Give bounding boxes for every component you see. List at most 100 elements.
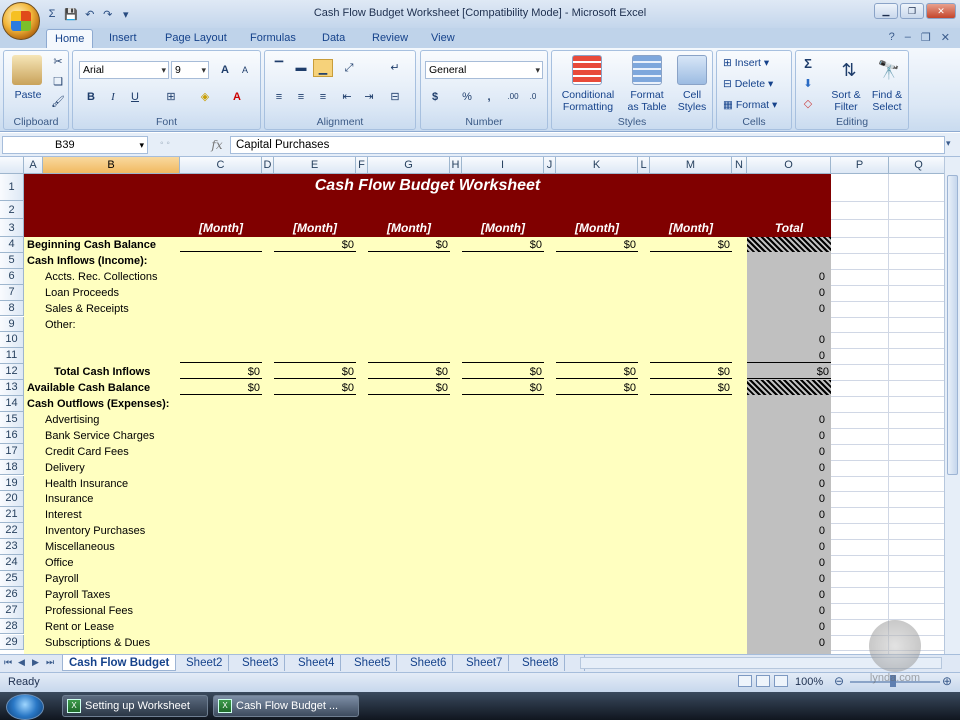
row-label[interactable]: Bank Service Charges — [45, 428, 154, 444]
align-middle-icon[interactable]: ▬ — [291, 59, 311, 77]
sheet-tab[interactable]: Sheet6 — [404, 655, 454, 671]
row-header[interactable]: 26 — [0, 586, 24, 603]
row-header[interactable]: 24 — [0, 555, 24, 571]
total-value[interactable]: 0 — [747, 269, 825, 285]
prev-sheet-icon[interactable]: ◀ — [18, 657, 25, 668]
row-header[interactable]: 4 — [0, 237, 24, 253]
column-header[interactable]: P — [831, 157, 889, 174]
conditional-formatting-icon[interactable] — [572, 55, 602, 85]
total-value[interactable]: 0 — [747, 523, 825, 539]
select-all-corner[interactable] — [0, 157, 24, 174]
row-header[interactable]: 14 — [0, 396, 24, 412]
row-label[interactable]: Beginning Cash Balance — [27, 237, 156, 253]
row-header[interactable]: 2 — [0, 201, 24, 219]
page-break-view-icon[interactable] — [774, 675, 788, 687]
cell-value[interactable]: $0 — [650, 364, 730, 380]
total-value[interactable]: 0 — [747, 619, 825, 635]
row-label[interactable]: Subscriptions & Dues — [45, 635, 150, 651]
autosum-button[interactable]: Σ — [798, 55, 818, 73]
zoom-out-icon[interactable]: ⊖ — [834, 674, 844, 688]
conditional-formatting-label2[interactable]: Formatting — [554, 101, 622, 113]
clear-icon[interactable]: ◇ — [798, 95, 818, 113]
align-center-icon[interactable]: ≡ — [291, 88, 311, 106]
row-header[interactable]: 7 — [0, 284, 24, 301]
cell-styles-icon[interactable] — [677, 55, 707, 85]
font-color-icon[interactable]: A — [227, 88, 247, 106]
row-header[interactable]: 9 — [0, 316, 24, 333]
cell-styles-label2[interactable]: Styles — [672, 101, 712, 113]
month-header[interactable]: [Month] — [274, 219, 356, 237]
fill-icon[interactable]: ⬇ — [798, 75, 818, 93]
restore-workbook-icon[interactable]: ❐ — [921, 31, 931, 44]
row-header[interactable]: 6 — [0, 268, 24, 285]
row-label[interactable]: Cash Outflows (Expenses): — [27, 396, 169, 412]
column-header[interactable]: N — [732, 157, 747, 174]
row-header[interactable]: 12 — [0, 364, 24, 381]
cell-value[interactable]: $0 — [180, 364, 260, 380]
minimize-ribbon-icon[interactable]: – — [905, 31, 911, 44]
name-box[interactable]: B39 — [2, 136, 148, 154]
merge-center-icon[interactable]: ⊟ — [385, 88, 405, 106]
find-select-icon[interactable]: 🔭 — [874, 55, 904, 85]
row-label[interactable]: Available Cash Balance — [27, 380, 150, 396]
align-left-icon[interactable]: ≡ — [269, 88, 289, 106]
column-header[interactable]: M — [650, 157, 732, 174]
row-header[interactable]: 20 — [0, 491, 24, 508]
total-header[interactable]: Total — [747, 219, 831, 237]
column-header[interactable]: A — [24, 157, 43, 174]
format-as-table-label[interactable]: Format — [622, 89, 672, 101]
column-header[interactable]: K — [556, 157, 638, 174]
tab-home[interactable]: Home — [46, 29, 94, 49]
cell-value[interactable]: $0 — [274, 237, 354, 253]
total-value[interactable]: 0 — [747, 571, 825, 587]
total-value[interactable]: 0 — [747, 285, 825, 301]
total-value[interactable]: 0 — [747, 476, 825, 492]
cell-value[interactable]: $0 — [462, 364, 542, 380]
cell-value[interactable]: $0 — [368, 364, 448, 380]
comma-button[interactable]: , — [479, 88, 499, 106]
total-value[interactable]: 0 — [747, 332, 825, 348]
row-label[interactable]: Payroll Taxes — [45, 587, 110, 603]
row-header[interactable]: 8 — [0, 300, 24, 317]
page-layout-view-icon[interactable] — [756, 675, 770, 687]
font-size-select[interactable]: 9 — [171, 61, 209, 79]
grow-font-button[interactable]: A — [215, 61, 235, 79]
sort-filter-label[interactable]: Sort & — [824, 89, 868, 101]
cell-value[interactable]: $0 — [650, 237, 730, 253]
row-header[interactable]: 3 — [0, 219, 24, 237]
cell-value[interactable]: $0 — [180, 380, 260, 396]
align-right-icon[interactable]: ≡ — [313, 88, 333, 106]
decrease-indent-icon[interactable]: ⇤ — [337, 88, 357, 106]
first-sheet-icon[interactable]: ⏮ — [4, 657, 12, 668]
normal-view-icon[interactable] — [738, 675, 752, 687]
tab-view[interactable]: View — [423, 29, 463, 48]
taskbar-item-setting-up[interactable]: X Setting up Worksheet — [62, 695, 208, 717]
row-header[interactable]: 21 — [0, 507, 24, 524]
row-label[interactable]: Office — [45, 555, 74, 571]
vertical-scroll-thumb[interactable] — [947, 175, 958, 475]
row-header[interactable]: 13 — [0, 380, 24, 396]
total-value[interactable]: 0 — [747, 635, 825, 651]
total-value[interactable]: 0 — [747, 301, 825, 317]
cell-value[interactable]: $0 — [556, 237, 636, 253]
column-header[interactable]: L — [638, 157, 650, 174]
row-label[interactable]: Total Cash Inflows — [54, 364, 150, 380]
total-value[interactable]: 0 — [747, 587, 825, 603]
sort-filter-label2[interactable]: Filter — [824, 101, 868, 113]
bold-button[interactable]: B — [81, 88, 101, 106]
font-family-select[interactable]: Arial — [79, 61, 169, 79]
row-label[interactable]: Inventory Purchases — [45, 523, 145, 539]
row-header[interactable]: 29 — [0, 634, 24, 651]
row-label[interactable]: Sales & Receipts — [45, 301, 129, 317]
zoom-level[interactable]: 100% — [795, 676, 823, 688]
column-header[interactable]: D — [262, 157, 274, 174]
column-header[interactable]: J — [544, 157, 556, 174]
taskbar-item-cash-flow[interactable]: X Cash Flow Budget ... — [213, 695, 359, 717]
italic-button[interactable]: I — [103, 88, 123, 106]
align-bottom-icon[interactable]: ▁ — [313, 59, 333, 77]
row-header[interactable]: 17 — [0, 443, 24, 460]
shrink-font-button[interactable]: A — [235, 61, 255, 79]
total-value[interactable]: 0 — [747, 539, 825, 555]
paste-button[interactable]: Paste — [8, 89, 48, 101]
sheet-tab[interactable]: Sheet4 — [292, 655, 342, 671]
